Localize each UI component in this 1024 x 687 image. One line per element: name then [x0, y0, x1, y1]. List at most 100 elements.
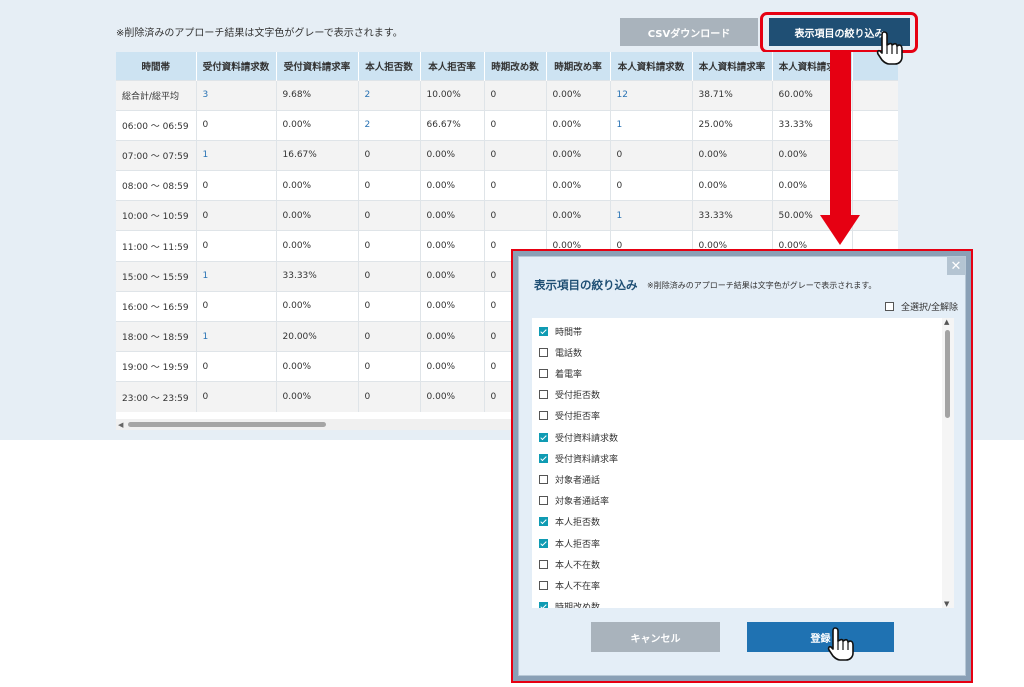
column-option-label: 対象者通話率: [555, 497, 610, 508]
table-cell: 0: [196, 381, 277, 413]
table-row: 08:00 ～ 08:59 0 0.00% 0 0.00% 0 0.00% 0 0.00% 0.0…: [116, 170, 898, 201]
table-cell: 11:00 ～ 11:59: [116, 230, 197, 262]
table-cell: 0: [358, 320, 421, 352]
modal-title: 表示項目の絞り込み: [534, 278, 638, 292]
table-cell-link[interactable]: 1: [610, 109, 693, 141]
column-checkbox[interactable]: [539, 517, 548, 527]
column-checkbox[interactable]: [539, 602, 548, 608]
table-cell: 0.00%: [420, 230, 485, 262]
table-cell: 0: [196, 290, 277, 322]
table-cell: [852, 79, 898, 111]
table-cell: 0.00%: [692, 170, 773, 201]
vertical-scrollbar[interactable]: ▲ ▼: [942, 318, 954, 608]
scroll-up-icon[interactable]: ▲: [944, 318, 949, 326]
column-option[interactable]: 本人拒否率: [539, 535, 600, 551]
column-option-label: 時期改め数: [555, 600, 600, 608]
column-option[interactable]: 時間帯: [539, 323, 582, 339]
table-cell: 0.00%: [546, 200, 611, 231]
table-cell: 0.00%: [420, 381, 485, 413]
column-option[interactable]: 本人不在数: [539, 556, 600, 572]
table-cell: 0: [358, 260, 421, 292]
table-cell-link[interactable]: 1: [610, 200, 693, 231]
table-cell-link[interactable]: 2: [358, 79, 421, 111]
column-option-label: 受付資料請求数: [555, 433, 619, 444]
column-checkbox[interactable]: [539, 432, 548, 442]
table-cell-link[interactable]: 3: [196, 79, 277, 111]
column-checkbox[interactable]: [539, 390, 548, 400]
column-option-label: 受付拒否数: [555, 391, 601, 402]
table-cell-link[interactable]: 1: [196, 320, 277, 352]
table-cell: 0.00%: [546, 139, 611, 171]
table-cell: 25.00%: [692, 109, 773, 141]
column-option[interactable]: 対象者通話率: [539, 493, 609, 509]
table-cell: 16:00 ～ 16:59: [116, 290, 197, 322]
column-option[interactable]: 時期改め数: [539, 599, 600, 608]
scroll-down-icon[interactable]: ▼: [944, 600, 949, 608]
modal-notice: ※削除済みのアプローチ結果は文字色がグレーで表示されます。: [647, 281, 877, 290]
column-option-label: 本人拒否数: [555, 518, 601, 529]
table-cell: 0: [484, 139, 547, 171]
table-cell: 0: [196, 230, 277, 262]
table-cell: 33.33%: [276, 260, 359, 292]
table-cell: 0.00%: [546, 79, 611, 111]
column-header: 本人資料請求率: [692, 52, 773, 80]
column-option[interactable]: 受付資料請求数: [539, 429, 618, 445]
table-cell-link[interactable]: 12: [610, 79, 693, 111]
column-option-label: 時間帯: [555, 327, 583, 338]
table-cell: [852, 139, 898, 171]
column-option[interactable]: 本人不在率: [539, 577, 600, 593]
column-checkbox[interactable]: [539, 496, 548, 506]
column-checkbox[interactable]: [539, 326, 548, 336]
table-cell: 0.00%: [276, 109, 359, 141]
table-cell: 15:00 ～ 15:59: [116, 260, 197, 292]
column-header: 本人拒否率: [420, 52, 485, 80]
csv-download-button[interactable]: CSVダウンロード: [620, 18, 758, 46]
column-checkbox[interactable]: [539, 538, 548, 548]
column-header: 受付資料請求率: [276, 52, 359, 80]
vertical-scroll-thumb[interactable]: [945, 330, 950, 418]
column-option[interactable]: 受付拒否数: [539, 387, 600, 403]
close-icon[interactable]: ✕: [947, 257, 965, 275]
column-checkbox[interactable]: [539, 368, 548, 378]
table-cell: 10:00 ～ 10:59: [116, 200, 197, 231]
scroll-left-icon[interactable]: ◀: [118, 421, 123, 429]
column-checkbox[interactable]: [539, 453, 548, 463]
table-cell: 06:00 ～ 06:59: [116, 109, 197, 141]
cancel-button[interactable]: キャンセル: [591, 622, 720, 652]
column-checkbox[interactable]: [539, 474, 548, 484]
column-option[interactable]: 電話数: [539, 344, 582, 360]
table-cell: 0: [196, 200, 277, 231]
column-option[interactable]: 受付資料請求率: [539, 450, 618, 466]
column-option[interactable]: 本人拒否数: [539, 514, 600, 530]
table-cell: 0.00%: [276, 170, 359, 201]
table-cell: 66.67%: [420, 109, 485, 141]
table-cell: 0: [358, 200, 421, 231]
table-cell: 0: [358, 230, 421, 262]
column-option[interactable]: 着電率: [539, 365, 582, 381]
column-checkbox[interactable]: [539, 411, 548, 421]
table-row: 総合計/総平均 3 9.68% 2 10.00% 0 0.00% 12 38.71% 60.00%: [116, 79, 898, 111]
horizontal-scroll-thumb[interactable]: [128, 422, 326, 427]
register-button[interactable]: 登録: [747, 622, 894, 652]
select-all-toggle[interactable]: 全選択/全解除: [885, 300, 958, 313]
column-checkbox[interactable]: [539, 559, 548, 569]
table-row: 07:00 ～ 07:59 1 16.67% 0 0.00% 0 0.00% 0 0.00% 0.…: [116, 139, 898, 171]
column-option[interactable]: 対象者通話: [539, 471, 600, 487]
table-cell: 16.67%: [276, 139, 359, 171]
table-cell: 0.00%: [276, 200, 359, 231]
table-cell: 0.00%: [420, 260, 485, 292]
column-checkbox[interactable]: [539, 347, 548, 357]
table-cell-link[interactable]: 1: [196, 139, 277, 171]
table-cell-link[interactable]: 1: [196, 260, 277, 292]
column-option-label: 本人不在数: [555, 560, 601, 571]
table-cell: 19:00 ～ 19:59: [116, 351, 197, 382]
down-arrow-icon: [830, 52, 851, 217]
table-cell: 0.00%: [276, 290, 359, 322]
column-option[interactable]: 受付拒否率: [539, 408, 600, 424]
select-all-checkbox[interactable]: [885, 302, 894, 311]
column-checkbox[interactable]: [539, 580, 548, 590]
table-cell-link[interactable]: 2: [358, 109, 421, 141]
table-cell: 0: [610, 170, 693, 201]
column-option-label: 着電率: [555, 369, 583, 380]
column-header: 時間帯: [116, 52, 197, 80]
